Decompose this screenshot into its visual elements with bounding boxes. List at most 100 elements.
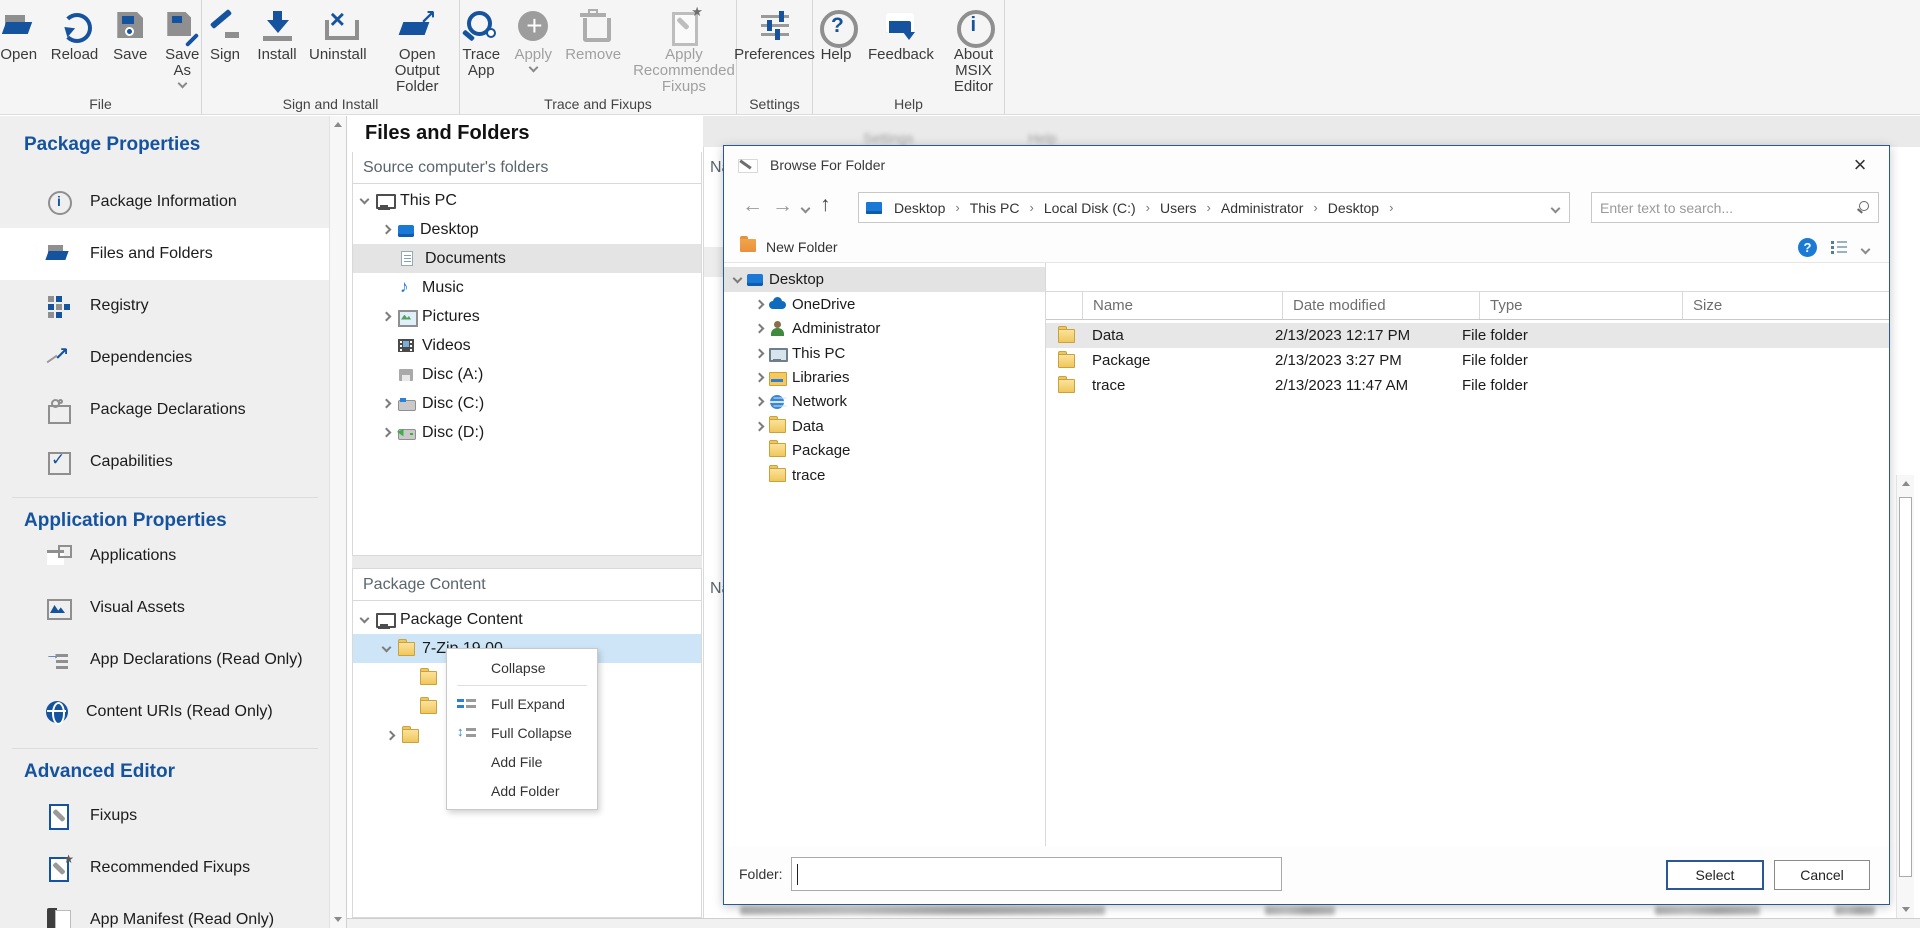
- chevron-expanded-icon[interactable]: [733, 273, 743, 283]
- help-button[interactable]: Help: [813, 6, 859, 65]
- file-row-package[interactable]: Package 2/13/2023 3:27 PM File folder: [1046, 348, 1889, 373]
- breadcrumb-separator-icon[interactable]: ›: [1201, 200, 1217, 215]
- install-button[interactable]: Install: [254, 6, 300, 65]
- chevron-collapsed-icon[interactable]: [382, 428, 392, 438]
- menu-item-add-folder[interactable]: Add Folder: [447, 776, 597, 805]
- dialog-titlebar[interactable]: Browse For Folder ×: [724, 146, 1889, 184]
- chevron-collapsed-icon[interactable]: [755, 422, 765, 432]
- dialog-tree-package[interactable]: Package: [724, 438, 1045, 463]
- cancel-button[interactable]: Cancel: [1774, 860, 1870, 890]
- breadcrumb-local-disk-c[interactable]: Local Disk (C:): [1040, 200, 1140, 216]
- sign-button[interactable]: Sign: [202, 6, 248, 65]
- sidebar-item-fixups[interactable]: Fixups: [0, 790, 330, 842]
- chevron-collapsed-icon[interactable]: [755, 324, 765, 334]
- scroll-up-button[interactable]: [330, 116, 346, 133]
- scrollbar-thumb[interactable]: [1899, 497, 1912, 877]
- chevron-collapsed-icon[interactable]: [382, 225, 392, 235]
- tree-item-this-pc[interactable]: This PC: [353, 186, 701, 215]
- package-content-header[interactable]: Package Content: [353, 569, 701, 601]
- chevron-collapsed-icon[interactable]: [382, 399, 392, 409]
- chevron-collapsed-icon[interactable]: [755, 349, 765, 359]
- tree-item-documents[interactable]: Documents: [353, 244, 701, 273]
- dialog-tree-data[interactable]: Data: [724, 414, 1045, 439]
- reload-button[interactable]: Reload: [48, 6, 102, 65]
- column-header-name[interactable]: Name: [1083, 292, 1283, 319]
- search-icon[interactable]: [1856, 201, 1870, 215]
- save-button[interactable]: Save: [107, 6, 153, 65]
- close-icon[interactable]: ×: [1845, 150, 1875, 180]
- scroll-down-button[interactable]: [330, 911, 346, 928]
- breadcrumb-dropdown-icon[interactable]: [1551, 203, 1561, 213]
- breadcrumb-this-pc[interactable]: This PC: [966, 200, 1024, 216]
- breadcrumb-separator-icon[interactable]: ›: [1140, 200, 1156, 215]
- forward-arrow-button[interactable]: →: [772, 194, 793, 218]
- chevron-expanded-icon[interactable]: [360, 613, 370, 623]
- dialog-tree-trace[interactable]: trace: [724, 463, 1045, 488]
- source-folders-header[interactable]: Source computer's folders: [353, 152, 701, 184]
- back-arrow-button[interactable]: ←: [742, 194, 763, 218]
- select-button[interactable]: Select: [1666, 860, 1764, 890]
- tree-item-music[interactable]: Music: [353, 273, 701, 302]
- up-arrow-button[interactable]: ↑: [820, 193, 831, 217]
- scroll-down-button[interactable]: [1897, 901, 1914, 918]
- save-as-button[interactable]: Save As: [159, 6, 205, 89]
- about-msix-editor-button[interactable]: About MSIX Editor: [943, 6, 1004, 97]
- sidebar-item-recommended-fixups[interactable]: ★Recommended Fixups: [0, 842, 330, 894]
- sidebar-item-files-and-folders[interactable]: Files and Folders: [0, 228, 330, 280]
- tree-item-disc-c[interactable]: Disc (C:): [353, 389, 701, 418]
- folder-input[interactable]: [791, 857, 1282, 891]
- tree-item-desktop[interactable]: Desktop: [353, 215, 701, 244]
- feedback-button[interactable]: Feedback: [865, 6, 937, 65]
- chevron-expanded-icon[interactable]: [382, 642, 392, 652]
- breadcrumb-separator-icon[interactable]: ›: [1383, 200, 1399, 215]
- chevron-collapsed-icon[interactable]: [755, 397, 765, 407]
- view-list-icon[interactable]: [1831, 240, 1847, 254]
- sidebar-item-package-information[interactable]: Package Information: [0, 176, 330, 228]
- file-row-trace[interactable]: trace 2/13/2023 11:47 AM File folder: [1046, 373, 1889, 398]
- remove-button[interactable]: Remove: [562, 6, 624, 65]
- breadcrumb-desktop-2[interactable]: Desktop: [1324, 200, 1383, 216]
- chevron-collapsed-icon[interactable]: [386, 731, 396, 741]
- sidebar-item-app-declarations[interactable]: App Declarations (Read Only): [0, 634, 330, 686]
- chevron-collapsed-icon[interactable]: [755, 373, 765, 383]
- file-row-data[interactable]: Data 2/13/2023 12:17 PM File folder: [1046, 323, 1889, 348]
- breadcrumb-administrator[interactable]: Administrator: [1217, 200, 1307, 216]
- sidebar-item-dependencies[interactable]: Dependencies: [0, 332, 330, 384]
- tree-item-pictures[interactable]: Pictures: [353, 302, 701, 331]
- new-folder-button[interactable]: New Folder: [766, 239, 838, 255]
- sidebar-item-app-manifest[interactable]: App Manifest (Read Only): [0, 894, 330, 928]
- menu-item-full-expand[interactable]: Full Expand: [447, 689, 597, 718]
- sidebar-item-applications[interactable]: Applications: [0, 530, 330, 582]
- open-output-folder-button[interactable]: Open Output Folder: [376, 6, 459, 97]
- column-header-date-modified[interactable]: Date modified: [1283, 292, 1480, 319]
- sidebar-scrollbar[interactable]: [329, 116, 346, 928]
- menu-item-collapse[interactable]: Collapse: [447, 653, 597, 682]
- dialog-tree-onedrive[interactable]: OneDrive: [724, 292, 1045, 317]
- chevron-collapsed-icon[interactable]: [382, 312, 392, 322]
- help-icon[interactable]: ?: [1798, 238, 1817, 257]
- apply-button[interactable]: Apply: [510, 6, 556, 73]
- apply-recommended-fixups-button[interactable]: Apply Recommended Fixups: [630, 6, 738, 97]
- breadcrumb-separator-icon[interactable]: ›: [1024, 200, 1040, 215]
- menu-item-full-collapse[interactable]: Full Collapse: [447, 718, 597, 747]
- tree-item-disc-d[interactable]: Disc (D:): [353, 418, 701, 447]
- breadcrumb-users[interactable]: Users: [1156, 200, 1201, 216]
- background-scrollbar[interactable]: [1896, 475, 1914, 918]
- dialog-tree-network[interactable]: Network: [724, 389, 1045, 414]
- sidebar-item-package-declarations[interactable]: Package Declarations: [0, 384, 330, 436]
- open-button[interactable]: Open: [0, 6, 42, 65]
- panel-splitter[interactable]: [352, 556, 702, 568]
- uninstall-button[interactable]: Uninstall: [306, 6, 370, 65]
- tree-item-disc-a[interactable]: Disc (A:): [353, 360, 701, 389]
- scroll-up-button[interactable]: [1897, 475, 1914, 492]
- dialog-tree-libraries[interactable]: Libraries: [724, 365, 1045, 390]
- chevron-expanded-icon[interactable]: [360, 194, 370, 204]
- trace-app-button[interactable]: Trace App: [458, 6, 504, 81]
- breadcrumb-desktop[interactable]: Desktop: [890, 200, 949, 216]
- dialog-tree-desktop[interactable]: Desktop: [724, 267, 1045, 292]
- sidebar-item-visual-assets[interactable]: Visual Assets: [0, 582, 330, 634]
- history-dropdown-icon[interactable]: [801, 204, 811, 214]
- tree-item-package-content[interactable]: Package Content: [353, 605, 701, 634]
- menu-item-add-file[interactable]: Add File: [447, 747, 597, 776]
- tree-item-videos[interactable]: Videos: [353, 331, 701, 360]
